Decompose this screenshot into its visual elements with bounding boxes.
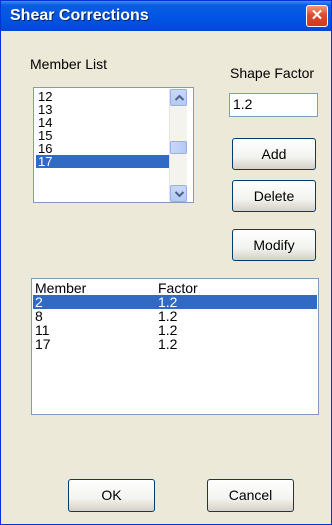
- factor-cell: 1.2: [158, 336, 178, 352]
- member-list-item[interactable]: 16: [36, 142, 169, 155]
- shear-corrections-dialog: Shear Corrections ✕ Member List 12 13 14…: [0, 0, 332, 525]
- title-bar[interactable]: Shear Corrections ✕: [1, 1, 331, 31]
- table-row-selected[interactable]: 2 1.2: [33, 295, 317, 309]
- scroll-down-button[interactable]: [170, 185, 187, 202]
- member-cell: 8: [35, 308, 43, 324]
- shape-factor-input[interactable]: 1.2: [229, 93, 318, 117]
- member-list-box[interactable]: 12 13 14 15 16 17: [33, 87, 194, 203]
- member-list-label: Member List: [30, 56, 108, 72]
- chevron-up-icon: [175, 95, 184, 101]
- add-button[interactable]: Add: [232, 138, 316, 170]
- member-cell: 17: [35, 336, 51, 352]
- factor-cell: 1.2: [158, 322, 178, 338]
- shape-factor-label: Shape Factor: [230, 65, 315, 81]
- member-cell: 11: [35, 322, 50, 338]
- table-row[interactable]: 8 1.2: [33, 309, 317, 323]
- member-list-item[interactable]: 13: [36, 103, 169, 116]
- member-factor-table[interactable]: Member Factor 2 1.2 8 1.2 11 1.2 17 1.2: [31, 278, 319, 415]
- member-list-item[interactable]: 14: [36, 116, 169, 129]
- delete-button[interactable]: Delete: [232, 180, 316, 212]
- member-list-item[interactable]: 12: [36, 90, 169, 103]
- scroll-up-button[interactable]: [170, 89, 187, 106]
- member-list-scrollbar[interactable]: [169, 89, 187, 202]
- close-icon: ✕: [310, 7, 324, 24]
- chevron-down-icon: [175, 191, 184, 197]
- cancel-button[interactable]: Cancel: [207, 479, 294, 512]
- member-list-item[interactable]: 15: [36, 129, 169, 142]
- close-button[interactable]: ✕: [306, 5, 328, 27]
- factor-cell: 1.2: [158, 294, 178, 310]
- table-row[interactable]: 11 1.2: [33, 323, 317, 337]
- factor-cell: 1.2: [158, 308, 178, 324]
- member-list-item-selected[interactable]: 17: [36, 155, 169, 168]
- window-title: Shear Corrections: [10, 7, 149, 24]
- table-row[interactable]: 17 1.2: [33, 337, 317, 351]
- ok-button[interactable]: OK: [68, 479, 155, 512]
- member-cell: 2: [35, 294, 43, 310]
- scroll-thumb[interactable]: [170, 141, 187, 154]
- modify-button[interactable]: Modify: [232, 229, 316, 261]
